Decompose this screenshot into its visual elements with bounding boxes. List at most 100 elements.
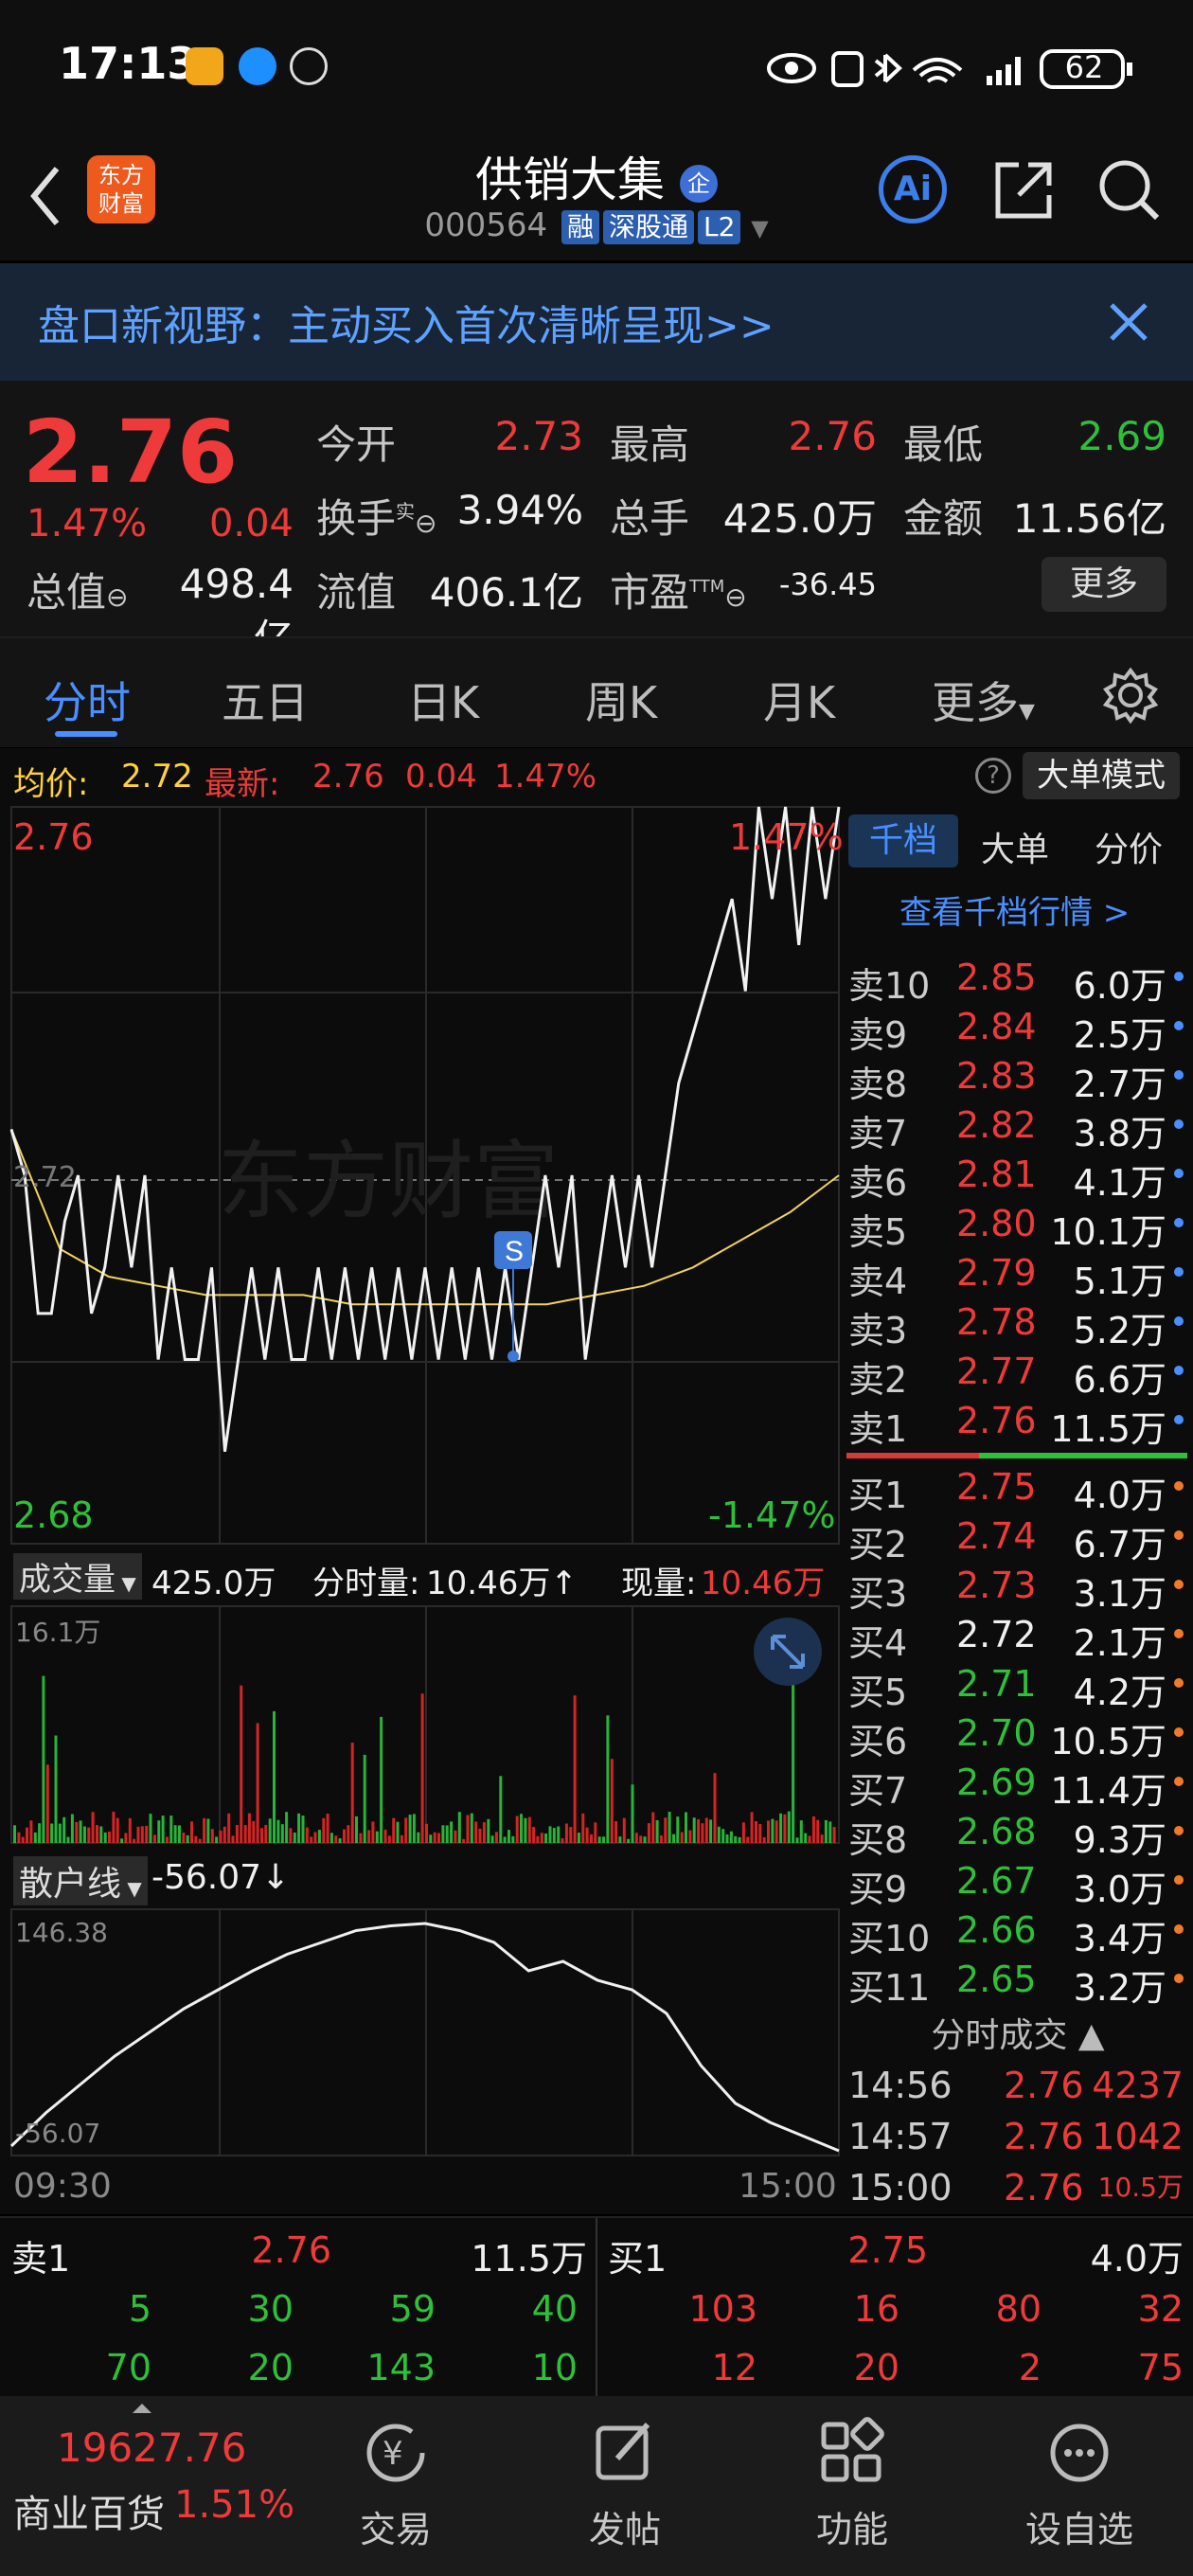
search-icon[interactable] (1096, 157, 1163, 224)
ask-row[interactable]: 卖3 2.78 5.2万 (843, 1297, 1193, 1351)
chevron-up-icon[interactable] (131, 2402, 153, 2415)
promo-banner[interactable]: 盘口新视野：主动买入首次清晰呈现>> (0, 263, 1193, 381)
summary-sell-volume: 11.5万 (471, 2238, 587, 2280)
ask-price: 2.77 (956, 1351, 1037, 1392)
bid-price: 2.66 (956, 1909, 1037, 1951)
book-tab-big-order[interactable]: 大单 (981, 822, 1049, 871)
buy-order-count: 16 (853, 2288, 899, 2330)
ask-row[interactable]: 卖8 2.83 2.7万 (843, 1051, 1193, 1105)
minute-trades-label[interactable]: 分时成交 ▲ (843, 2008, 1193, 2057)
tab-weekly-k[interactable]: 周K (585, 669, 657, 731)
buy-order-count: 12 (711, 2347, 757, 2388)
bid-volume: 9.3万 (1073, 1819, 1166, 1861)
volume-bar (133, 1838, 136, 1843)
ai-button[interactable]: Ai (879, 155, 947, 224)
bid-row[interactable]: 买6 2.70 10.5万 (843, 1708, 1193, 1762)
volume-bar (527, 1816, 531, 1843)
summary-sell-price: 2.76 (251, 2229, 331, 2271)
tab-daily-k[interactable]: 日K (407, 669, 479, 731)
volume-bar (507, 1830, 510, 1843)
tab-five-day[interactable]: 五日 (222, 669, 309, 731)
nav-trade[interactable]: ¥ 交易 (311, 2415, 481, 2552)
ask-row[interactable]: 卖5 2.80 10.1万 (843, 1199, 1193, 1253)
volume-bar (602, 1836, 605, 1843)
tab-monthly-k[interactable]: 月K (763, 669, 835, 731)
intraday-chart-area[interactable]: 东方财富 S 2.76 1.47% 2.72 2.68 -1.47% 成交量 ▼… (0, 803, 844, 2214)
bid-row[interactable]: 买2 2.74 6.7万 (843, 1512, 1193, 1565)
close-icon[interactable] (1108, 301, 1149, 343)
volume-bar (515, 1816, 519, 1843)
retail-header: 散户线 ▼ -56.07↓ (0, 1851, 843, 1905)
nav-add-watchlist[interactable]: 设自选 (994, 2415, 1165, 2552)
volume-indicator-select[interactable]: 成交量 ▼ (13, 1553, 142, 1600)
volume-bar (79, 1820, 82, 1843)
banner-text[interactable]: 盘口新视野：主动买入首次清晰呈现>> (38, 292, 775, 352)
volume-bar (54, 1735, 58, 1843)
index-value[interactable]: 19627.76 (57, 2424, 246, 2471)
ask-row[interactable]: 卖4 2.79 5.1万 (843, 1248, 1193, 1302)
volume-bar (45, 1764, 49, 1843)
more-button[interactable]: 更多 (1042, 557, 1166, 612)
volume-bar (145, 1825, 149, 1843)
volume-bar (511, 1835, 515, 1843)
bid-row[interactable]: 买4 2.72 2.1万 (843, 1610, 1193, 1664)
tab-more[interactable]: 更多▼ (932, 669, 1035, 731)
latest-label: 最新: (205, 765, 280, 803)
current-volume-value: 10.46万 (701, 1565, 826, 1602)
bid-row[interactable]: 买10 2.66 3.4万 (843, 1905, 1193, 1959)
trade-icon: ¥ (366, 2424, 425, 2482)
ask-row[interactable]: 卖6 2.81 4.1万 (843, 1150, 1193, 1204)
volume-bar (13, 1825, 16, 1843)
volume-bar (313, 1832, 317, 1843)
retail-indicator-select[interactable]: 散户线 ▼ (13, 1856, 148, 1905)
battery-level: 62 (1064, 49, 1104, 85)
volume-bar (462, 1838, 466, 1843)
view-depth-link[interactable]: 查看千档行情 > (899, 886, 1130, 933)
ask-row[interactable]: 卖7 2.82 3.8万 (843, 1100, 1193, 1154)
tab-intraday[interactable]: 分时 (44, 669, 131, 731)
ask-row[interactable]: 卖1 2.76 11.5万 (843, 1396, 1193, 1450)
big-order-mode-button[interactable]: 大单模式 (1023, 752, 1180, 799)
volume-bar (704, 1817, 708, 1843)
book-tab-price-dist[interactable]: 分价 (1095, 822, 1163, 871)
volume-bar (99, 1826, 103, 1843)
buy-order-count: 75 (1137, 2347, 1184, 2388)
bid-row[interactable]: 买7 2.69 11.4万 (843, 1758, 1193, 1812)
bid-volume: 3.4万 (1073, 1918, 1166, 1959)
latest-value: 2.76 (312, 758, 384, 796)
bid-price: 2.74 (956, 1515, 1037, 1557)
ask-row[interactable]: 卖10 2.85 6.0万 (843, 953, 1193, 1007)
volume-bar (487, 1818, 490, 1843)
ask-price: 2.79 (956, 1252, 1037, 1294)
high-label: 最高 (610, 421, 690, 468)
volume-bar (215, 1836, 219, 1843)
volume-bar (618, 1836, 622, 1843)
ask-label: 卖10 (848, 965, 931, 1007)
bid-row[interactable]: 买5 2.71 4.2万 (843, 1659, 1193, 1713)
volume-bar (668, 1812, 671, 1843)
volume-bar (280, 1824, 284, 1843)
chevron-down-icon[interactable]: ▼ (751, 215, 768, 242)
volume-bar (305, 1827, 309, 1843)
ask-row[interactable]: 卖9 2.84 2.5万 (843, 1002, 1193, 1056)
volume-bar (289, 1828, 293, 1843)
bid-row[interactable]: 买3 2.73 3.1万 (843, 1561, 1193, 1615)
volume-bar (590, 1834, 593, 1843)
ask-row[interactable]: 卖2 2.77 6.6万 (843, 1347, 1193, 1401)
bid-row[interactable]: 买9 2.67 3.0万 (843, 1856, 1193, 1910)
bid-row[interactable]: 买11 2.65 3.2万 (843, 1955, 1193, 2009)
index-name[interactable]: 商业百货 (13, 2483, 165, 2538)
help-icon[interactable]: ? (975, 758, 1011, 794)
time-axis-start: 09:30 (13, 2167, 112, 2206)
gear-icon[interactable] (1102, 667, 1159, 724)
volume-bar (548, 1826, 552, 1843)
bid-row[interactable]: 买1 2.75 4.0万 (843, 1462, 1193, 1516)
share-icon[interactable] (990, 157, 1057, 224)
bid-row[interactable]: 买8 2.68 9.3万 (843, 1807, 1193, 1861)
nav-functions[interactable]: 功能 (767, 2415, 937, 2552)
index-percent[interactable]: 1.51% (174, 2483, 294, 2527)
app-notification-icon (186, 47, 223, 85)
open-value: 2.73 (494, 413, 583, 459)
nav-post[interactable]: 发帖 (540, 2415, 710, 2552)
book-tab-depth[interactable]: 千档 (848, 814, 958, 868)
